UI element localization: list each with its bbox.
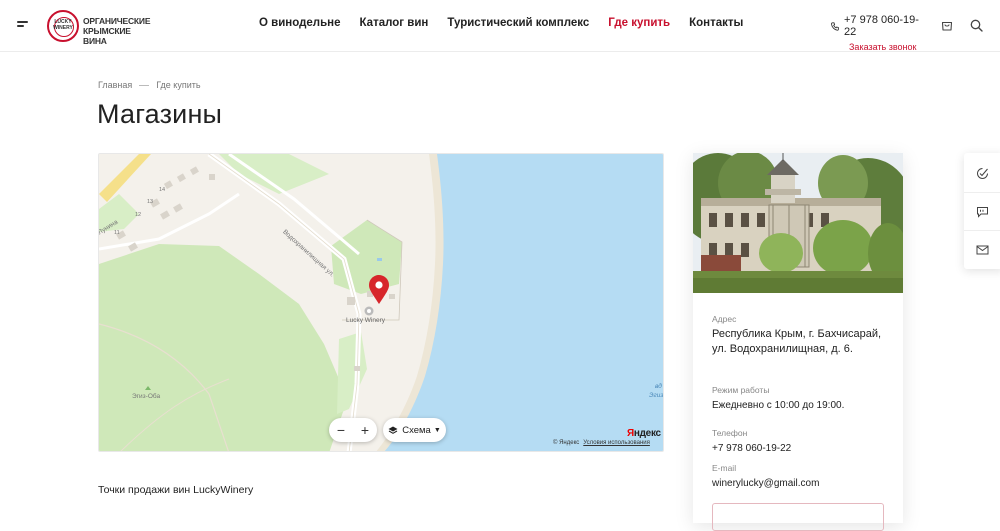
map-marker-label: Lucky Winery	[346, 317, 386, 324]
main-nav: О винодельне Каталог вин Туристический к…	[259, 17, 762, 29]
callback-link[interactable]: Заказать звонок	[849, 42, 931, 52]
logo-text: Органические крымские вина	[83, 16, 153, 46]
menu-icon[interactable]	[17, 21, 28, 30]
map-zoom-in-button[interactable]: +	[361, 422, 369, 438]
nav-item-where-to-buy[interactable]: Где купить	[608, 17, 670, 29]
shop-email-label: E-mail	[712, 463, 737, 473]
shop-address-label: Адрес	[712, 314, 737, 324]
logo-mark: LUCKY WINERY	[53, 19, 73, 31]
map-house-number: 14	[159, 187, 166, 193]
nav-item-about[interactable]: О винодельне	[259, 17, 341, 29]
shop-phone-block: Телефон +7 978 060-19-22	[712, 428, 887, 456]
map-house-number: 12	[135, 212, 142, 218]
yandex-logo-word: ндекс	[633, 428, 661, 439]
map-house-number: 13	[147, 199, 154, 205]
map-house-number: 11	[114, 230, 120, 236]
chevron-down-icon: ▼	[433, 426, 441, 434]
logo-text-line2: крымские вина	[83, 26, 131, 46]
shop-email-value[interactable]: winerylucky@gmail.com	[712, 476, 887, 491]
side-contact-panel	[964, 153, 1000, 269]
shop-phone-value[interactable]: +7 978 060-19-22	[712, 441, 887, 456]
breadcrumb-separator	[139, 84, 150, 86]
map-copyright-text: © Яндекс	[553, 440, 580, 446]
header-phone-number: +7 978 060-19-22	[843, 14, 919, 38]
shop-phone-label: Телефон	[712, 428, 748, 438]
map-canvas[interactable]	[99, 154, 664, 452]
layers-icon	[388, 426, 398, 434]
chat-icon	[976, 206, 988, 218]
map-zoom-control: − +	[329, 418, 377, 442]
side-mail-button[interactable]	[964, 231, 1000, 269]
header-phone[interactable]: +7 978 060-19-22	[831, 14, 931, 38]
nav-item-contacts[interactable]: Контакты	[689, 17, 743, 29]
shop-address-value: Республика Крым, г. Бахчисарай, ул. Водо…	[712, 328, 882, 355]
page-title: Магазины	[97, 99, 223, 129]
mail-icon	[976, 245, 988, 255]
side-chat-button[interactable]	[964, 193, 1000, 231]
yandex-map[interactable]: Водохранилищная ул. Лунина Lucky Winery …	[98, 153, 664, 452]
shop-photo	[693, 153, 903, 293]
breadcrumb: Главная Где купить	[98, 80, 201, 90]
yandex-logo[interactable]: Яндекс	[627, 428, 661, 439]
map-zoom-out-button[interactable]: −	[337, 422, 345, 438]
shop-hours-value: Ежедневно с 10:00 до 19:00.	[712, 400, 845, 411]
shop-email-block: E-mail winerylucky@gmail.com	[712, 463, 887, 491]
site-logo[interactable]: LUCKY WINERY Органические крымские вина	[47, 10, 151, 46]
shops-intro-text: Точки продажи вин LuckyWinery	[98, 484, 254, 496]
shop-address-block: Адрес Республика Крым, г. Бахчисарай, ул…	[712, 314, 887, 357]
cart-icon[interactable]	[941, 19, 953, 31]
map-layer-label: Схема	[402, 424, 431, 436]
search-icon[interactable]	[970, 19, 983, 32]
map-copyright: © Яндекс Условия использования	[553, 440, 650, 446]
phone-icon	[831, 21, 839, 31]
map-terms-link[interactable]: Условия использования	[583, 440, 650, 446]
logo-text-line1: Органические	[83, 16, 151, 26]
shop-card-button[interactable]	[712, 503, 884, 531]
site-header: LUCKY WINERY Органические крымские вина …	[0, 0, 1000, 52]
shop-card: Адрес Республика Крым, г. Бахчисарай, ул…	[693, 153, 903, 531]
shop-hours-block: Режим работы Ежедневно с 10:00 до 19:00.	[712, 385, 887, 413]
map-water-label: вд	[655, 383, 662, 390]
map-layer-button[interactable]: Схема ▼	[383, 418, 446, 442]
nav-item-tourism[interactable]: Туристический комплекс	[447, 17, 589, 29]
shop-hours-label: Режим работы	[712, 385, 770, 395]
yandex-logo-letter: Я	[627, 428, 634, 439]
map-water-label: Эгиз	[649, 392, 664, 399]
feedback-icon	[976, 168, 988, 179]
header-contacts: +7 978 060-19-22 Заказать звонок	[831, 14, 931, 52]
map-place-label: Эгиз-Оба	[132, 393, 161, 400]
side-feedback-button[interactable]	[964, 155, 1000, 193]
breadcrumb-current: Где купить	[156, 80, 201, 90]
nav-item-catalog[interactable]: Каталог вин	[360, 17, 429, 29]
breadcrumb-home[interactable]: Главная	[98, 80, 132, 90]
